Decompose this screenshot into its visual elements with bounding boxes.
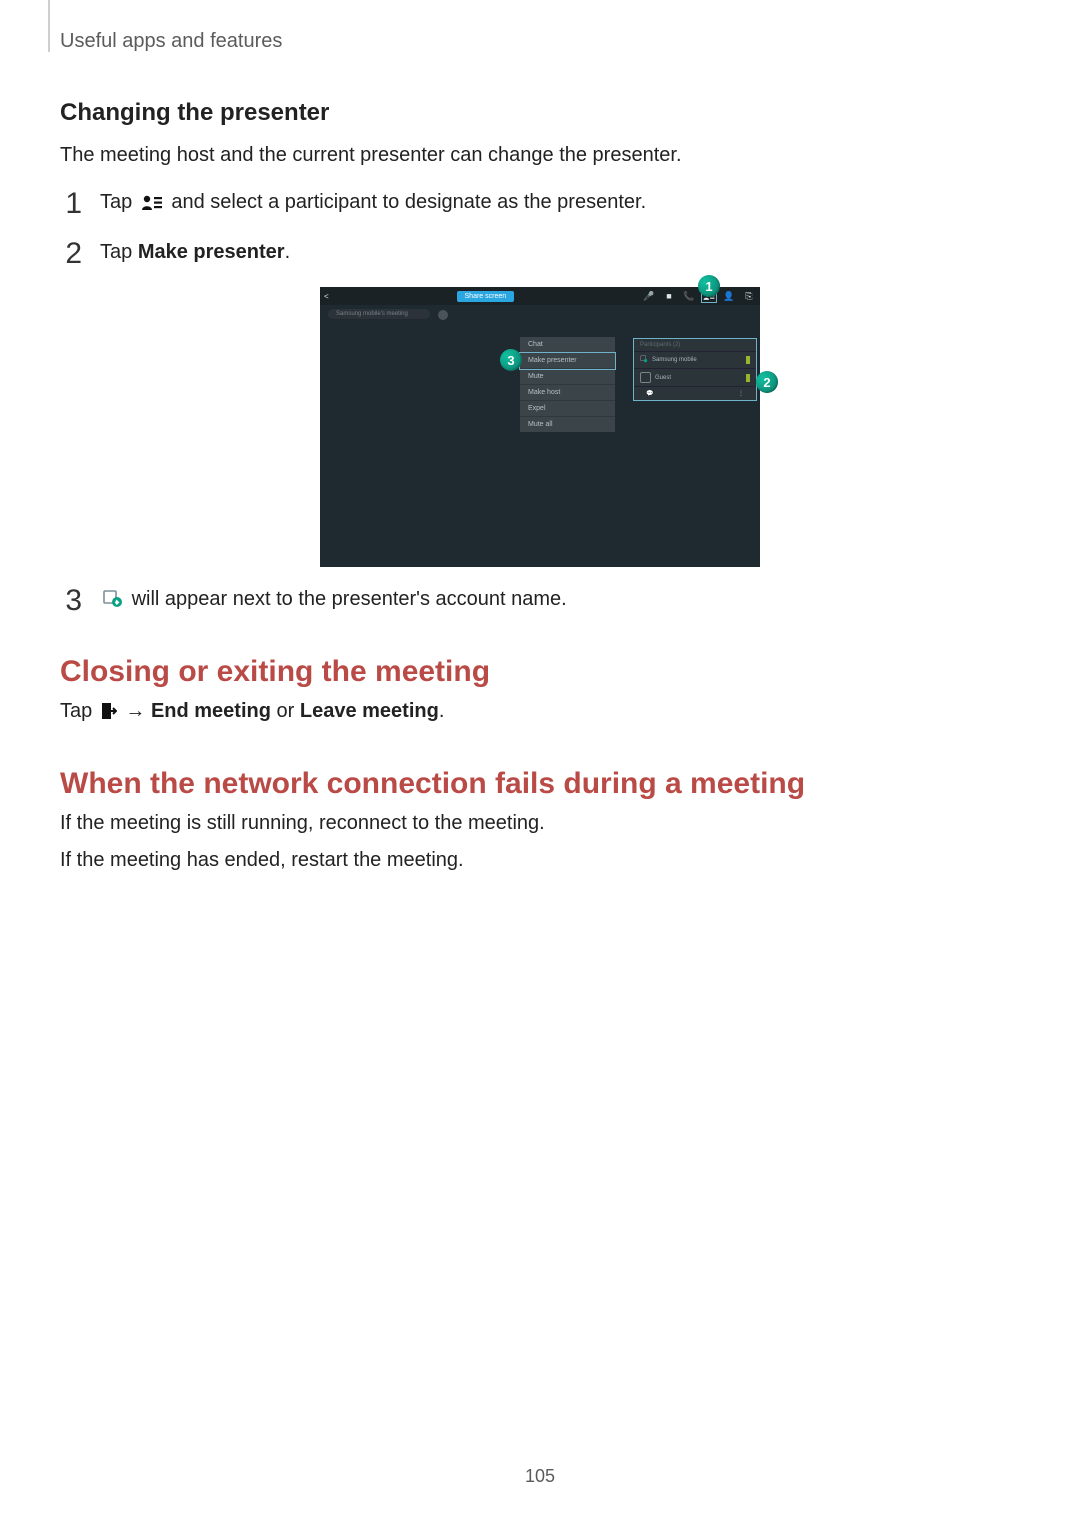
context-menu: Chat Make presenter Mute Make host Expel… xyxy=(520,337,615,432)
chat-bubble-icon: 💬 xyxy=(646,390,653,397)
menu-make-host: Make host xyxy=(520,385,615,401)
panel-footer: 💬 ⋮ xyxy=(634,387,756,400)
step-2-text-a: Tap xyxy=(100,241,138,263)
step-3-text: will appear next to the presenter's acco… xyxy=(132,588,567,610)
step-2: 2 Tap Make presenter. xyxy=(60,238,1020,269)
network-p1: If the meeting is still running, reconne… xyxy=(60,809,1020,838)
intro-paragraph: The meeting host and the current present… xyxy=(60,141,1020,170)
participants-list-icon xyxy=(141,191,163,220)
more-icon: ⋮ xyxy=(738,390,744,397)
presenter-mark-icon xyxy=(103,588,123,617)
step-number: 2 xyxy=(60,238,82,269)
menu-mute: Mute xyxy=(520,369,615,385)
back-icon: < xyxy=(324,292,329,301)
participants-panel-title: Participants (2) xyxy=(634,339,756,352)
top-divider xyxy=(48,0,50,52)
heading-closing-exiting: Closing or exiting the meeting xyxy=(60,655,1020,689)
step-2-text-c: . xyxy=(285,241,291,263)
menu-chat: Chat xyxy=(520,337,615,353)
participant-row: Samsung mobile xyxy=(634,352,756,369)
network-p2: If the meeting has ended, restart the me… xyxy=(60,846,1020,875)
menu-make-presenter: Make presenter xyxy=(520,353,615,369)
step-2-bold: Make presenter xyxy=(138,241,285,263)
closing-paragraph: Tap → End meeting or Leave meeting. xyxy=(60,697,1020,729)
meeting-settings-gear-icon xyxy=(438,310,448,320)
participant-row: Guest xyxy=(634,369,756,387)
call-icon: 📞 xyxy=(682,290,696,302)
callout-3: 3 xyxy=(500,349,522,371)
meeting-name-pill: Samsung mobile's meeting xyxy=(328,309,430,319)
callout-2: 2 xyxy=(756,371,778,393)
step-number: 1 xyxy=(60,188,82,219)
menu-expel: Expel xyxy=(520,401,615,417)
exit-icon: ⎘ xyxy=(742,290,756,302)
step-1-text-a: Tap xyxy=(100,191,138,213)
mic-icon: 🎤 xyxy=(642,290,656,302)
running-head: Useful apps and features xyxy=(60,30,1020,53)
subheading-changing-presenter: Changing the presenter xyxy=(60,99,1020,127)
step-3: 3 will appear next to the presenter's ac… xyxy=(60,585,1020,617)
avatar-placeholder-icon xyxy=(640,372,651,383)
page-number: 105 xyxy=(0,1466,1080,1487)
callout-1: 1 xyxy=(698,275,720,297)
share-screen-pill: Share screen xyxy=(457,291,515,302)
step-1: 1 Tap and select a participant to design… xyxy=(60,188,1020,220)
exit-door-icon xyxy=(101,700,117,729)
participants-panel: Participants (2) Samsung mobile Guest 💬 … xyxy=(634,339,756,400)
menu-mute-all: Mute all xyxy=(520,417,615,432)
step-1-text-b: and select a participant to designate as… xyxy=(171,191,646,213)
video-icon: ■ xyxy=(662,290,676,302)
screenshot-figure: < Share screen 🎤 ■ 📞 👤 ⎘ Samsung mobile'… xyxy=(320,287,760,567)
heading-network-fails: When the network connection fails during… xyxy=(60,767,1020,801)
add-person-icon: 👤 xyxy=(722,290,736,302)
step-number: 3 xyxy=(60,585,82,616)
presenter-mark-icon xyxy=(640,355,648,365)
